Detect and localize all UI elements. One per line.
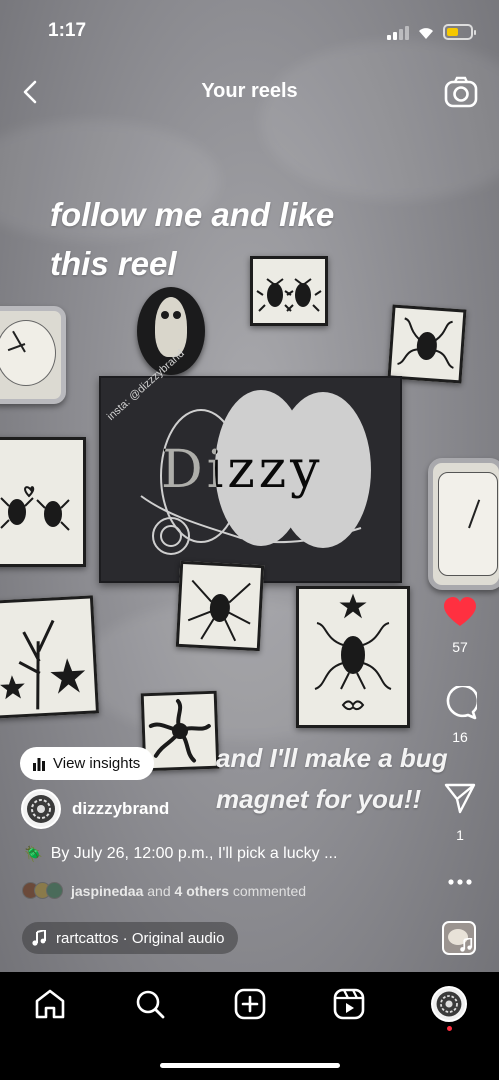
notification-dot	[447, 1026, 452, 1031]
commenter-name: jaspinedaa	[71, 882, 144, 899]
bug-tile	[387, 304, 467, 384]
reels-icon[interactable]	[332, 987, 366, 1021]
comment-others: 4 others	[174, 882, 229, 899]
like-count: 57	[452, 639, 468, 655]
profile-icon[interactable]	[431, 986, 467, 1022]
tree-stars-tile	[0, 595, 100, 719]
signal-icon	[387, 26, 409, 40]
view-insights-button[interactable]: View insights	[20, 747, 155, 780]
beetle-icon: 🪲	[24, 846, 43, 863]
audio-thumbnail[interactable]	[442, 921, 476, 955]
share-count: 1	[456, 827, 464, 843]
dizzy-card: insta: @dizzzybrand Dizzy	[99, 348, 402, 583]
caption[interactable]: 🪲 By July 26, 12:00 p.m., I'll pick a lu…	[24, 845, 337, 863]
battery-icon	[443, 24, 476, 40]
comment-and: and	[147, 882, 171, 899]
watch-left	[0, 306, 70, 410]
overlay-line-1: follow me and like	[50, 196, 335, 233]
insights-icon	[33, 757, 45, 771]
commenter-avatar	[46, 882, 63, 899]
reel-overlay-text-top: follow me and like this reel	[50, 190, 450, 288]
create-icon[interactable]	[233, 987, 267, 1021]
music-icon	[32, 930, 46, 946]
fabric-fold	[260, 40, 499, 200]
caption-text: By July 26, 12:00 p.m., I'll pick a luck…	[50, 845, 338, 862]
comment-summary[interactable]: jaspinedaa and 4 others commented	[22, 882, 306, 899]
overlay-line-2: this reel	[50, 245, 177, 282]
heart-bugs-tile	[0, 437, 86, 567]
audio-pill[interactable]: rartcattos · Original audio	[22, 922, 239, 954]
audio-label: rartcattos · Original audio	[56, 929, 225, 947]
comment-icon	[446, 684, 480, 720]
comment-button[interactable]: 16	[437, 684, 483, 745]
like-button[interactable]: 57	[437, 596, 483, 655]
home-indicator	[160, 1063, 340, 1068]
share-button[interactable]: 1	[437, 782, 483, 843]
page-title: Your reels	[201, 80, 298, 102]
card-brand-text: Dizzy	[161, 440, 324, 500]
search-icon[interactable]	[133, 987, 167, 1021]
status-bar: 1:17	[0, 0, 499, 60]
wifi-icon	[419, 28, 433, 39]
watch-right	[428, 458, 499, 594]
star-bug-tile	[296, 586, 410, 728]
music-icon	[460, 938, 473, 952]
camera-icon[interactable]	[444, 76, 478, 108]
comment-count: 16	[452, 729, 468, 745]
view-insights-label: View insights	[53, 755, 141, 772]
spider-tile	[175, 560, 265, 652]
heart-icon	[444, 597, 476, 626]
share-icon	[444, 783, 476, 814]
comment-suffix: commented	[232, 882, 307, 899]
reel-viewer[interactable]: insta: @dizzzybrand Dizzy 1:17 Your reel…	[0, 0, 499, 1080]
home-icon[interactable]	[33, 987, 67, 1021]
avatar[interactable]	[21, 789, 61, 829]
more-icon[interactable]	[446, 868, 474, 896]
status-time: 1:17	[48, 20, 87, 41]
username[interactable]: dizzzybrand	[72, 799, 169, 819]
